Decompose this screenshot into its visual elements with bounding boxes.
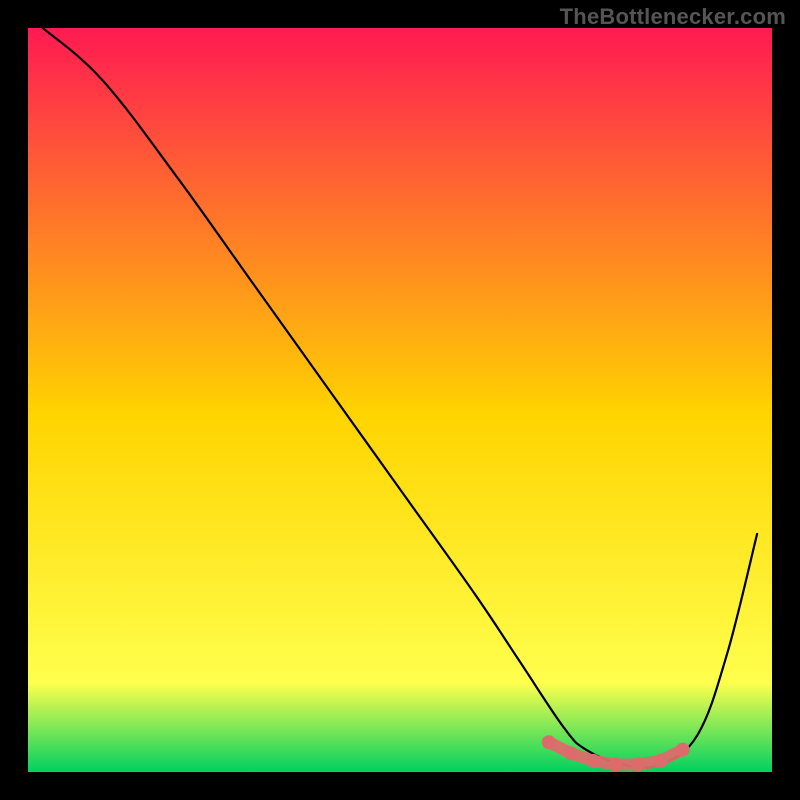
highlight-dot [676, 743, 690, 757]
highlight-dot [586, 754, 600, 768]
highlight-dot [631, 758, 645, 772]
chart-frame: TheBottlenecker.com [0, 0, 800, 800]
highlight-dot [609, 758, 623, 772]
highlight-dot [542, 735, 556, 749]
plot-area [28, 28, 772, 772]
gradient-rect [28, 28, 772, 772]
highlight-dot [564, 746, 578, 760]
highlight-dot [653, 754, 667, 768]
watermark-label: TheBottlenecker.com [560, 4, 786, 30]
chart-svg [28, 28, 772, 772]
